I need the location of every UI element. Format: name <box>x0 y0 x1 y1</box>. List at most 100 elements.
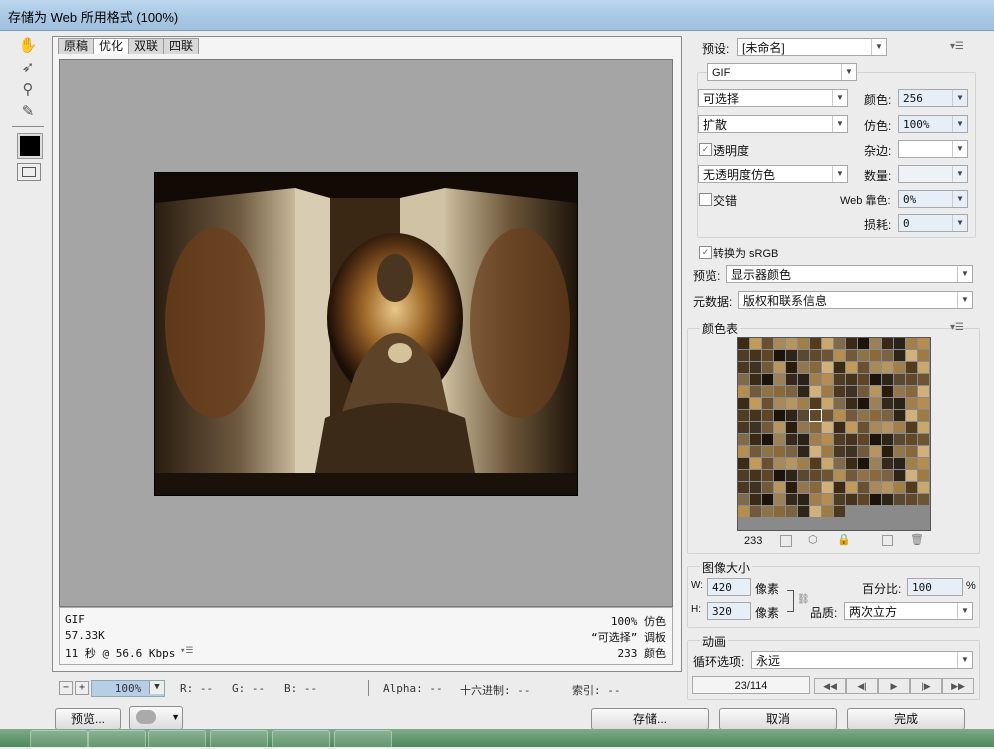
color-swatch[interactable] <box>894 434 905 445</box>
color-swatch[interactable] <box>834 470 845 481</box>
transparency-checkbox[interactable]: ✓ <box>699 143 712 156</box>
color-swatch[interactable] <box>774 338 785 349</box>
color-swatch[interactable] <box>786 446 797 457</box>
color-swatch[interactable] <box>858 446 869 457</box>
color-swatch[interactable] <box>846 434 857 445</box>
web-shift-icon[interactable]: ⬡ <box>808 533 818 546</box>
color-swatch[interactable] <box>738 482 749 493</box>
slice-select-tool-icon[interactable]: ➶ <box>16 58 40 78</box>
color-swatch[interactable] <box>786 386 797 397</box>
color-swatch[interactable] <box>846 446 857 457</box>
color-swatch[interactable] <box>750 362 761 373</box>
color-swatch[interactable] <box>786 398 797 409</box>
color-swatch[interactable] <box>918 470 929 481</box>
metadata-select[interactable]: 版权和联系信息 ▼ <box>738 291 973 309</box>
color-swatch[interactable] <box>786 494 797 505</box>
color-swatch[interactable] <box>894 422 905 433</box>
lossy-field[interactable]: 0 ▼ <box>898 214 968 232</box>
color-swatch[interactable] <box>750 434 761 445</box>
color-swatch[interactable] <box>870 374 881 385</box>
color-swatch[interactable] <box>738 506 749 517</box>
color-swatch[interactable] <box>798 482 809 493</box>
color-swatch[interactable] <box>810 470 821 481</box>
color-swatch[interactable] <box>822 482 833 493</box>
color-swatch[interactable] <box>786 362 797 373</box>
color-swatch[interactable] <box>894 410 905 421</box>
color-swatch[interactable] <box>738 398 749 409</box>
color-swatch[interactable] <box>810 362 821 373</box>
color-swatch[interactable] <box>738 386 749 397</box>
color-swatch[interactable] <box>846 362 857 373</box>
color-swatch[interactable] <box>846 458 857 469</box>
color-swatch[interactable] <box>774 410 785 421</box>
chevron-down-icon[interactable]: ▼ <box>149 681 164 694</box>
color-swatch[interactable] <box>738 458 749 469</box>
color-swatch[interactable] <box>762 374 773 385</box>
dither-field[interactable]: 100% ▼ <box>898 115 968 133</box>
color-swatch[interactable] <box>834 422 845 433</box>
color-swatch[interactable] <box>738 350 749 361</box>
color-swatch[interactable] <box>882 398 893 409</box>
color-swatch[interactable] <box>882 446 893 457</box>
color-swatch[interactable] <box>798 434 809 445</box>
color-swatch[interactable] <box>786 434 797 445</box>
color-swatch[interactable] <box>822 422 833 433</box>
color-swatch[interactable] <box>894 398 905 409</box>
color-swatch[interactable] <box>762 422 773 433</box>
color-swatch[interactable] <box>858 482 869 493</box>
color-swatch[interactable] <box>798 362 809 373</box>
convert-srgb-checkbox[interactable]: ✓ <box>699 246 712 259</box>
color-swatch[interactable] <box>846 470 857 481</box>
color-swatch[interactable] <box>822 434 833 445</box>
color-table-swatches[interactable] <box>737 337 931 531</box>
color-swatch[interactable] <box>882 434 893 445</box>
color-swatch[interactable] <box>774 434 785 445</box>
color-swatch[interactable] <box>822 446 833 457</box>
color-swatch[interactable] <box>834 458 845 469</box>
color-swatch[interactable] <box>882 338 893 349</box>
color-swatch[interactable] <box>762 434 773 445</box>
dither-algorithm-select[interactable]: 扩散 ▼ <box>698 115 848 133</box>
color-swatch[interactable] <box>822 386 833 397</box>
quality-select[interactable]: 两次立方 ▼ <box>844 602 973 620</box>
eyedropper-tool-icon[interactable]: ✎ <box>16 102 40 122</box>
done-button[interactable]: 完成 <box>847 708 965 730</box>
color-swatch[interactable] <box>762 470 773 481</box>
save-button[interactable]: 存储... <box>591 708 709 730</box>
color-swatch[interactable] <box>810 482 821 493</box>
color-swatch[interactable] <box>786 458 797 469</box>
color-swatch[interactable] <box>798 374 809 385</box>
color-swatch[interactable] <box>798 398 809 409</box>
color-swatch[interactable] <box>822 338 833 349</box>
color-swatch[interactable] <box>774 350 785 361</box>
color-swatch[interactable] <box>834 374 845 385</box>
preset-select[interactable]: [未命名] ▼ <box>737 38 887 56</box>
interlace-checkbox[interactable] <box>699 193 712 206</box>
color-swatch[interactable] <box>870 362 881 373</box>
color-swatch[interactable] <box>774 470 785 481</box>
color-swatch[interactable] <box>822 374 833 385</box>
preview-button[interactable]: 预览... <box>55 708 121 730</box>
color-swatch[interactable] <box>882 386 893 397</box>
color-swatch[interactable] <box>906 362 917 373</box>
color-swatch[interactable] <box>810 338 821 349</box>
loop-select[interactable]: 永远 ▼ <box>751 651 973 669</box>
zoom-out-button[interactable]: − <box>59 681 73 695</box>
format-select[interactable]: GIF ▼ <box>707 63 857 81</box>
color-swatch[interactable] <box>858 362 869 373</box>
color-swatch[interactable] <box>846 374 857 385</box>
zoom-tool-icon[interactable]: ⚲ <box>16 80 40 100</box>
color-swatch[interactable] <box>858 338 869 349</box>
color-swatch[interactable] <box>834 410 845 421</box>
color-swatch[interactable] <box>894 350 905 361</box>
color-swatch[interactable] <box>762 338 773 349</box>
color-swatch[interactable] <box>906 446 917 457</box>
color-swatch[interactable] <box>774 494 785 505</box>
color-swatch[interactable] <box>834 386 845 397</box>
color-swatch[interactable] <box>774 482 785 493</box>
color-swatch[interactable] <box>810 434 821 445</box>
color-swatch[interactable] <box>738 434 749 445</box>
color-swatch[interactable] <box>774 422 785 433</box>
color-swatch[interactable] <box>834 350 845 361</box>
color-swatch[interactable] <box>846 494 857 505</box>
